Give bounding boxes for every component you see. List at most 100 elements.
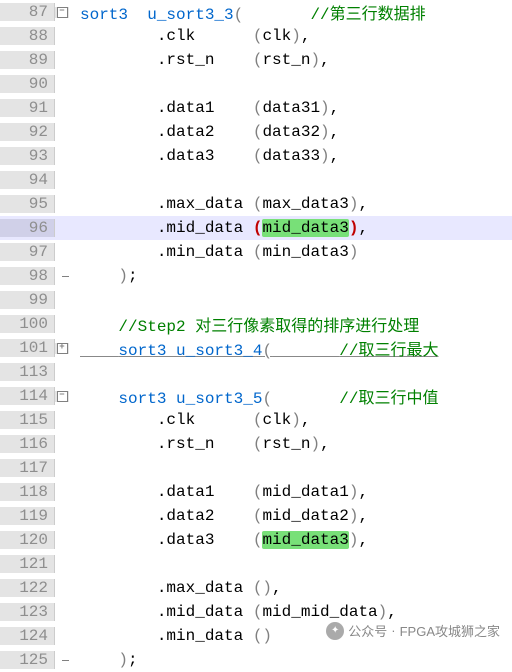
- code-line[interactable]: 101+ sort3 u_sort3_4( //取三行最大: [0, 336, 512, 360]
- code-token: ): [378, 603, 388, 621]
- comment-text: //Step2 对三行像素取得的排序进行处理: [118, 318, 419, 336]
- code-token: (: [253, 603, 263, 621]
- code-line[interactable]: 113: [0, 360, 512, 384]
- code-token: min_data3: [262, 243, 348, 261]
- line-number: 95: [0, 195, 55, 213]
- code-line[interactable]: 116 .rst_n (rst_n),: [0, 432, 512, 456]
- code-content[interactable]: sort3 u_sort3_3( //第三行数据排: [76, 0, 426, 24]
- line-number: 90: [0, 75, 55, 93]
- line-number: 120: [0, 531, 55, 549]
- line-number: 89: [0, 51, 55, 69]
- code-token: (: [253, 147, 263, 165]
- line-number: 94: [0, 171, 55, 189]
- line-number: 100: [0, 315, 55, 333]
- fold-collapsed-icon[interactable]: +: [55, 343, 69, 354]
- code-token: (: [253, 123, 263, 141]
- code-line[interactable]: 98 );: [0, 264, 512, 288]
- fold-expanded-icon[interactable]: −: [55, 7, 69, 18]
- code-line[interactable]: 114− sort3 u_sort3_5( //取三行中值: [0, 384, 512, 408]
- code-token: ): [310, 435, 320, 453]
- line-number: 99: [0, 291, 55, 309]
- code-line[interactable]: 87−sort3 u_sort3_3( //第三行数据排: [0, 0, 512, 24]
- code-line[interactable]: 118 .data1 (mid_data1),: [0, 480, 512, 504]
- line-number: 93: [0, 147, 55, 165]
- code-content[interactable]: .max_data (max_data3),: [76, 195, 368, 213]
- code-token: mid_data2: [262, 507, 348, 525]
- line-number: 116: [0, 435, 55, 453]
- code-content[interactable]: .max_data (),: [76, 579, 282, 597]
- code-token: ,: [358, 483, 368, 501]
- code-token: .data2: [80, 507, 253, 525]
- code-content[interactable]: sort3 u_sort3_5( //取三行中值: [76, 384, 438, 408]
- code-content[interactable]: //Step2 对三行像素取得的排序进行处理: [76, 312, 419, 336]
- code-content[interactable]: .clk (clk),: [76, 411, 310, 429]
- code-line[interactable]: 117: [0, 456, 512, 480]
- code-content[interactable]: );: [76, 651, 138, 669]
- code-token: (: [253, 195, 263, 213]
- code-token: (: [234, 6, 244, 24]
- code-line[interactable]: 122 .max_data (),: [0, 576, 512, 600]
- code-token: .data2: [80, 123, 253, 141]
- code-token: sort3 u_sort3_5: [118, 390, 262, 408]
- code-content[interactable]: .data2 (data32),: [76, 123, 339, 141]
- code-line[interactable]: 90: [0, 72, 512, 96]
- code-token: ,: [358, 531, 368, 549]
- code-line[interactable]: 119 .data2 (mid_data2),: [0, 504, 512, 528]
- code-token: [272, 342, 339, 360]
- fold-expanded-icon[interactable]: −: [55, 391, 69, 402]
- code-token: .data1: [80, 99, 253, 117]
- code-token: (: [253, 243, 263, 261]
- comment-text: //取三行最大: [339, 342, 438, 360]
- code-content[interactable]: .clk (clk),: [76, 27, 310, 45]
- code-token: mid_mid_data: [262, 603, 377, 621]
- code-token: ): [291, 411, 301, 429]
- code-line[interactable]: 89 .rst_n (rst_n),: [0, 48, 512, 72]
- code-content[interactable]: );: [76, 267, 138, 285]
- code-content[interactable]: .data1 (data31),: [76, 99, 339, 117]
- code-token: ): [291, 27, 301, 45]
- code-content[interactable]: .min_data (min_data3): [76, 243, 358, 261]
- code-line[interactable]: 93 .data3 (data33),: [0, 144, 512, 168]
- code-line[interactable]: 96 .mid_data (mid_data3),: [0, 216, 512, 240]
- code-content[interactable]: .data2 (mid_data2),: [76, 507, 368, 525]
- code-token: (: [262, 390, 272, 408]
- code-line[interactable]: 95 .max_data (max_data3),: [0, 192, 512, 216]
- code-token: data33: [262, 147, 320, 165]
- line-number: 88: [0, 27, 55, 45]
- code-line[interactable]: 91 .data1 (data31),: [0, 96, 512, 120]
- code-line[interactable]: 88 .clk (clk),: [0, 24, 512, 48]
- code-content[interactable]: .data3 (mid_data3),: [76, 531, 368, 549]
- comment-text: //取三行中值: [339, 390, 438, 408]
- code-line[interactable]: 120 .data3 (mid_data3),: [0, 528, 512, 552]
- watermark-prefix: 公众号: [348, 621, 387, 640]
- line-number: 114: [0, 387, 55, 405]
- code-content[interactable]: .rst_n (rst_n),: [76, 435, 330, 453]
- code-token: (: [253, 99, 263, 117]
- code-line[interactable]: 121: [0, 552, 512, 576]
- code-line[interactable]: 92 .data2 (data32),: [0, 120, 512, 144]
- code-line[interactable]: 115 .clk (clk),: [0, 408, 512, 432]
- code-content[interactable]: sort3 u_sort3_4( //取三行最大: [76, 336, 438, 360]
- code-content[interactable]: .data3 (data33),: [76, 147, 339, 165]
- code-line[interactable]: 97 .min_data (min_data3): [0, 240, 512, 264]
- code-line[interactable]: 125 );: [0, 648, 512, 672]
- code-token: .data3: [80, 147, 253, 165]
- code-token: ): [320, 123, 330, 141]
- line-number: 87: [0, 3, 55, 21]
- code-token: .mid_data: [80, 603, 253, 621]
- code-token: [80, 267, 118, 285]
- code-token: data31: [262, 99, 320, 117]
- code-content[interactable]: .rst_n (rst_n),: [76, 51, 330, 69]
- code-token: ): [320, 147, 330, 165]
- code-content[interactable]: .mid_data (mid_data3),: [76, 219, 368, 237]
- code-line[interactable]: 94: [0, 168, 512, 192]
- code-token: sort3 u_sort3_3: [80, 6, 234, 24]
- code-token: .mid_data: [80, 219, 253, 237]
- line-number: 124: [0, 627, 55, 645]
- code-content[interactable]: .data1 (mid_data1),: [76, 483, 368, 501]
- code-content[interactable]: .mid_data (mid_mid_data),: [76, 603, 397, 621]
- code-line[interactable]: 100 //Step2 对三行像素取得的排序进行处理: [0, 312, 512, 336]
- code-token: .data3: [80, 531, 253, 549]
- code-line[interactable]: 99: [0, 288, 512, 312]
- code-content[interactable]: .min_data (): [76, 627, 272, 645]
